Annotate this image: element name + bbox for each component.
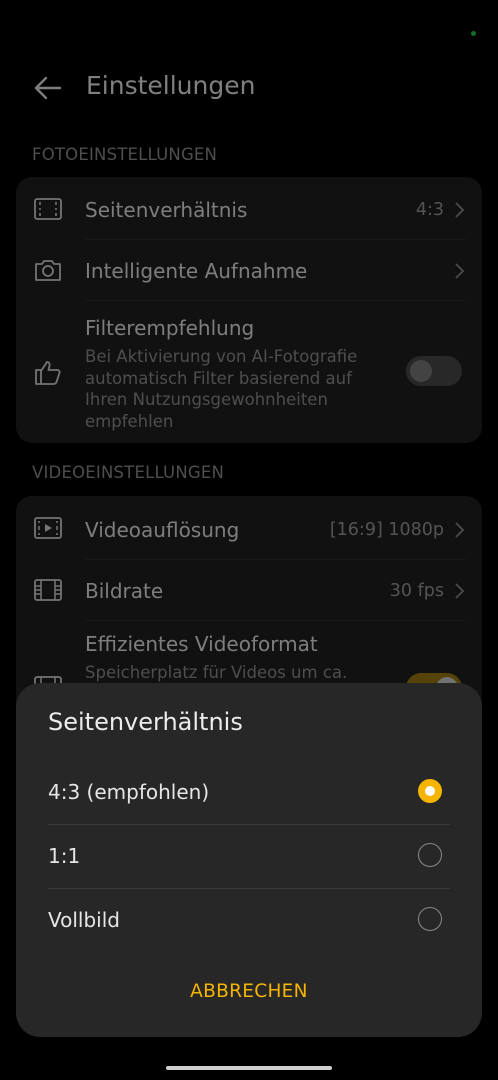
option-1-1[interactable]: 1:1	[16, 824, 482, 888]
option-4-3[interactable]: 4:3 (empfohlen)	[16, 760, 482, 824]
cancel-button[interactable]: ABBRECHEN	[16, 981, 482, 1002]
home-indicator[interactable]	[166, 1066, 332, 1070]
dialog-title: Seitenverhältnis	[48, 708, 243, 736]
radio-unselected-icon[interactable]	[418, 843, 442, 867]
radio-selected-icon[interactable]	[418, 779, 442, 803]
radio-unselected-icon[interactable]	[418, 907, 442, 931]
option-label: 4:3 (empfohlen)	[48, 780, 210, 804]
option-label: 1:1	[48, 844, 81, 868]
option-label: Vollbild	[48, 908, 120, 932]
option-fullscreen[interactable]: Vollbild	[16, 888, 482, 952]
aspect-ratio-dialog: Seitenverhältnis 4:3 (empfohlen) 1:1 Vol…	[16, 683, 482, 1037]
